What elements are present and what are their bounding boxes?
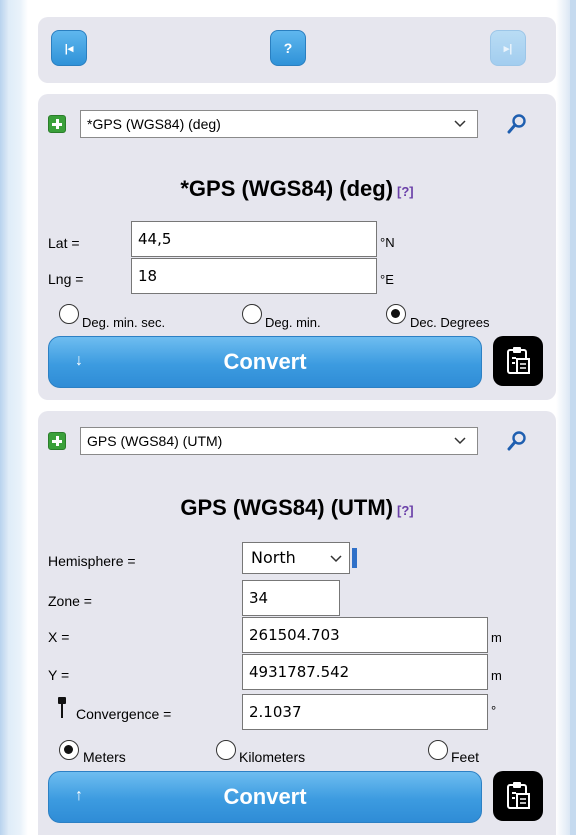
clipboard-icon bbox=[507, 782, 530, 809]
chevron-down-icon bbox=[330, 555, 342, 563]
hemisphere-select[interactable]: North bbox=[242, 542, 350, 574]
lng-label: Lng = bbox=[48, 271, 84, 287]
radio-deg-min[interactable] bbox=[242, 304, 262, 324]
target-system-select[interactable]: GPS (WGS84) (UTM) bbox=[80, 427, 478, 455]
target-title: GPS (WGS84) (UTM) [?] bbox=[38, 495, 556, 521]
clipboard-button-2[interactable] bbox=[493, 771, 543, 821]
radio-deg-min-sec[interactable] bbox=[59, 304, 79, 324]
lng-unit: °E bbox=[380, 272, 394, 287]
source-system-value: *GPS (WGS84) (deg) bbox=[87, 116, 221, 132]
convert-down-button[interactable]: ↓ Convert bbox=[48, 336, 482, 388]
hemisphere-label: Hemisphere = bbox=[48, 553, 136, 569]
first-button[interactable]: |◂ bbox=[51, 30, 87, 66]
lat-input[interactable]: 44,5 bbox=[131, 221, 377, 257]
y-label: Y = bbox=[48, 667, 70, 683]
radio-feet-label: Feet bbox=[451, 749, 480, 765]
search-icon[interactable] bbox=[506, 430, 528, 452]
convergence-label: Convergence = bbox=[76, 706, 172, 722]
first-icon: |◂ bbox=[64, 42, 74, 55]
convergence-unit: ° bbox=[491, 703, 497, 718]
y-input[interactable]: 4931787.542 bbox=[242, 654, 488, 690]
navigation-panel: |◂ ? ▸| bbox=[38, 17, 556, 83]
zone-label: Zone = bbox=[48, 593, 92, 609]
arrow-up-icon: ↑ bbox=[75, 787, 83, 804]
y-unit: m bbox=[491, 668, 502, 683]
lat-unit: °N bbox=[380, 235, 395, 250]
target-help-link[interactable]: [?] bbox=[397, 503, 414, 518]
source-system-select[interactable]: *GPS (WGS84) (deg) bbox=[80, 110, 478, 138]
search-icon[interactable] bbox=[506, 113, 528, 135]
help-button[interactable]: ? bbox=[270, 30, 306, 66]
x-label: X = bbox=[48, 629, 70, 645]
convergence-input[interactable]: 2.1037 bbox=[242, 694, 488, 730]
radio-dec-degrees[interactable] bbox=[386, 304, 406, 324]
zone-input[interactable]: 34 bbox=[242, 580, 340, 616]
clipboard-icon bbox=[507, 347, 530, 374]
convert-down-label: Convert bbox=[223, 349, 307, 374]
last-icon: ▸| bbox=[503, 42, 513, 55]
chevron-down-icon bbox=[454, 120, 466, 128]
radio-dec-degrees-label: Dec. Degrees bbox=[410, 315, 490, 330]
radio-meters-label: Meters bbox=[83, 749, 126, 765]
help-icon: ? bbox=[283, 40, 293, 56]
convert-up-label: Convert bbox=[223, 784, 307, 809]
left-background-edge bbox=[0, 0, 8, 835]
add-plus-icon-2[interactable] bbox=[48, 432, 66, 450]
hemisphere-value: North bbox=[251, 548, 296, 567]
source-title: *GPS (WGS84) (deg) [?] bbox=[38, 176, 556, 202]
source-help-link[interactable]: [?] bbox=[397, 184, 414, 199]
source-title-text: *GPS (WGS84) (deg) bbox=[180, 176, 394, 201]
radio-deg-min-sec-label: Deg. min. sec. bbox=[82, 315, 166, 330]
radio-feet[interactable] bbox=[428, 740, 448, 760]
chevron-down-icon bbox=[454, 437, 466, 445]
target-title-text: GPS (WGS84) (UTM) bbox=[180, 495, 394, 520]
x-input[interactable]: 261504.703 bbox=[242, 617, 488, 653]
source-panel: *GPS (WGS84) (deg) *GPS (WGS84) (deg) [?]… bbox=[38, 94, 556, 400]
focus-indicator bbox=[352, 548, 357, 568]
add-plus-icon[interactable] bbox=[48, 115, 66, 133]
target-panel: GPS (WGS84) (UTM) GPS (WGS84) (UTM) [?] H… bbox=[38, 411, 556, 835]
clipboard-button[interactable] bbox=[493, 336, 543, 386]
radio-kilometers-label: Kilometers bbox=[239, 749, 306, 765]
last-button[interactable]: ▸| bbox=[490, 30, 526, 66]
convert-up-button[interactable]: ↑ Convert bbox=[48, 771, 482, 823]
radio-deg-min-label: Deg. min. bbox=[265, 315, 321, 330]
radio-kilometers[interactable] bbox=[216, 740, 236, 760]
lat-label: Lat = bbox=[48, 235, 80, 251]
x-unit: m bbox=[491, 630, 502, 645]
lng-input[interactable]: 18 bbox=[131, 258, 377, 294]
arrow-down-icon: ↓ bbox=[75, 352, 83, 369]
target-system-value: GPS (WGS84) (UTM) bbox=[87, 433, 223, 449]
radio-meters[interactable] bbox=[59, 740, 79, 760]
right-background-edge bbox=[570, 0, 576, 835]
pin-icon bbox=[58, 697, 66, 718]
